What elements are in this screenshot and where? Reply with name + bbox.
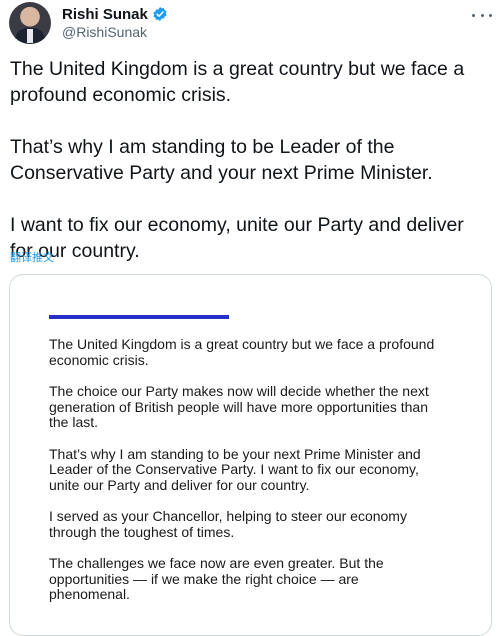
letter-accent-bar	[49, 315, 229, 319]
avatar-shirt	[27, 29, 33, 43]
tweet-paragraph: I want to fix our economy, unite our Par…	[10, 214, 464, 262]
letter-paragraph: The choice our Party makes now will deci…	[49, 383, 429, 430]
letter-paragraph: I served as your Chancellor, helping to …	[49, 508, 407, 540]
tweet-paragraph: The United Kingdom is a great country bu…	[10, 58, 465, 106]
verified-badge-icon	[152, 6, 168, 22]
attached-image-card[interactable]: The United Kingdom is a great country bu…	[9, 274, 492, 636]
letter-paragraph: The challenges we face now are even grea…	[49, 555, 384, 602]
avatar[interactable]	[9, 2, 51, 44]
letter-paragraph: That’s why I am standing to be your next…	[49, 445, 421, 493]
author-name-row: Rishi Sunak	[62, 4, 168, 24]
more-options-icon[interactable]	[472, 7, 492, 23]
tweet-text: The United Kingdom is a great country bu…	[10, 56, 490, 264]
author-handle[interactable]: @RishiSunak	[62, 24, 147, 40]
translate-tweet-link[interactable]: 翻译推文	[10, 249, 54, 265]
tweet: Rishi Sunak @RishiSunak The United Kingd…	[0, 0, 500, 636]
letter-paragraph: The United Kingdom is a great country bu…	[49, 336, 435, 368]
more-dot	[480, 13, 484, 17]
more-dot	[472, 13, 475, 17]
tweet-paragraph: That’s why I am standing to be Leader of…	[10, 136, 433, 184]
author-name[interactable]: Rishi Sunak	[62, 6, 148, 23]
letter-text: The United Kingdom is a great country bu…	[49, 336, 439, 619]
more-dot	[489, 13, 492, 17]
